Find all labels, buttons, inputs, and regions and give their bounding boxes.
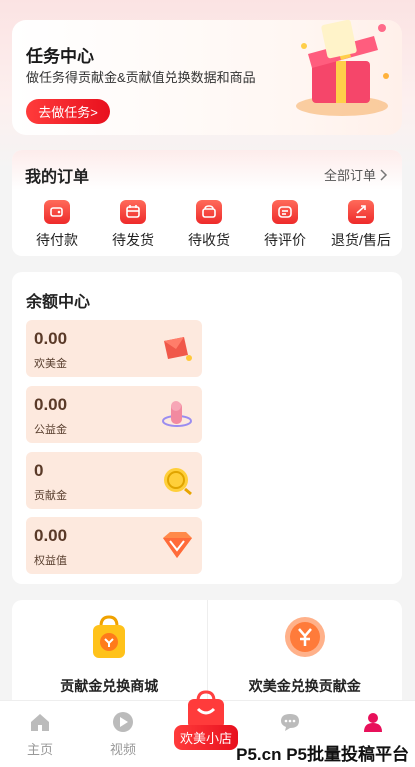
shopping-bag-icon <box>188 690 224 729</box>
hand-globe-icon <box>162 401 192 427</box>
balance-value: 0.00 <box>34 329 68 348</box>
task-center-title: 任务中心 <box>26 47 94 66</box>
red-envelope-icon <box>164 337 192 361</box>
my-orders-card: 我的订单 全部订单 待付款 待发货 待收货 待评价 退货/售后 <box>12 150 402 256</box>
order-label: 退货/售后 <box>331 232 391 248</box>
tab-mine[interactable] <box>343 711 403 739</box>
order-label: 待付款 <box>36 232 78 248</box>
order-pending-review[interactable]: 待评价 <box>248 200 322 250</box>
orders-title: 我的订单 <box>25 169 90 186</box>
task-center-subtitle: 做任务得贡献金&贡献值兑换数据和商品 <box>26 70 256 85</box>
calendar-box-icon <box>120 200 146 224</box>
exchange-label: 欢美金兑换贡献金 <box>248 678 361 694</box>
tab-label: 主页 <box>26 742 53 757</box>
tab-video[interactable]: 视频 <box>93 711 153 758</box>
balance-label: 欢美金 <box>34 358 67 370</box>
balance-value: 0.00 <box>34 526 68 545</box>
balance-item-huanmei[interactable]: 0.00 欢美金 <box>26 320 202 377</box>
exchange-bag-icon <box>93 615 126 658</box>
order-label: 待收货 <box>188 232 230 248</box>
order-pending-shipment[interactable]: 待发货 <box>96 200 170 250</box>
task-center-card: 任务中心 做任务得贡献金&贡献值兑换数据和商品 去做任务> <box>12 19 402 135</box>
balance-center-card: 余额中心 0.00 欢美金 0.00 公益金 0 贡献金 0.00 权益值 <box>12 272 402 584</box>
chat-icon <box>281 714 299 731</box>
tab-shop[interactable]: 欢美小店 <box>174 689 238 750</box>
balance-label: 贡献金 <box>34 490 67 502</box>
balance-label: 权益值 <box>34 555 67 567</box>
all-orders-link[interactable]: 全部订单 <box>324 165 388 184</box>
chevron-right-icon <box>380 168 388 181</box>
balance-value: 0 <box>34 461 44 480</box>
all-orders-label: 全部订单 <box>323 168 376 183</box>
exchange-label: 贡献金兑换商城 <box>60 678 159 694</box>
do-tasks-button[interactable]: 去做任务> <box>26 99 110 124</box>
wallet-icon <box>44 200 70 224</box>
bag-icon <box>196 200 222 224</box>
home-icon <box>31 714 49 731</box>
tab-home[interactable]: 主页 <box>10 711 70 758</box>
gift-box-icon <box>296 19 389 116</box>
user-icon <box>364 713 382 732</box>
balance-item-contribution[interactable]: 0 贡献金 <box>26 452 202 509</box>
comment-icon <box>272 200 298 224</box>
balance-item-equity[interactable]: 0.00 权益值 <box>26 517 202 574</box>
watermark: P5.cn P5批量投稿平台 <box>236 745 409 764</box>
play-icon <box>113 712 133 732</box>
tab-message[interactable] <box>260 711 320 739</box>
return-icon <box>348 200 374 224</box>
yuan-coin-icon <box>284 617 325 657</box>
tab-label: 视频 <box>109 742 136 757</box>
order-returns[interactable]: 退货/售后 <box>324 200 398 250</box>
order-pending-receipt[interactable]: 待收货 <box>172 200 246 250</box>
coin-icon <box>164 468 192 496</box>
balance-label: 公益金 <box>34 424 67 436</box>
order-label: 待评价 <box>264 232 306 248</box>
tab-label: 欢美小店 <box>174 725 238 750</box>
balance-value: 0.00 <box>34 395 68 414</box>
order-label: 待发货 <box>112 232 154 248</box>
order-pending-payment[interactable]: 待付款 <box>20 200 94 250</box>
balance-center-title: 余额中心 <box>26 294 91 311</box>
diamond-icon <box>163 532 192 558</box>
balance-item-charity[interactable]: 0.00 公益金 <box>26 386 202 443</box>
